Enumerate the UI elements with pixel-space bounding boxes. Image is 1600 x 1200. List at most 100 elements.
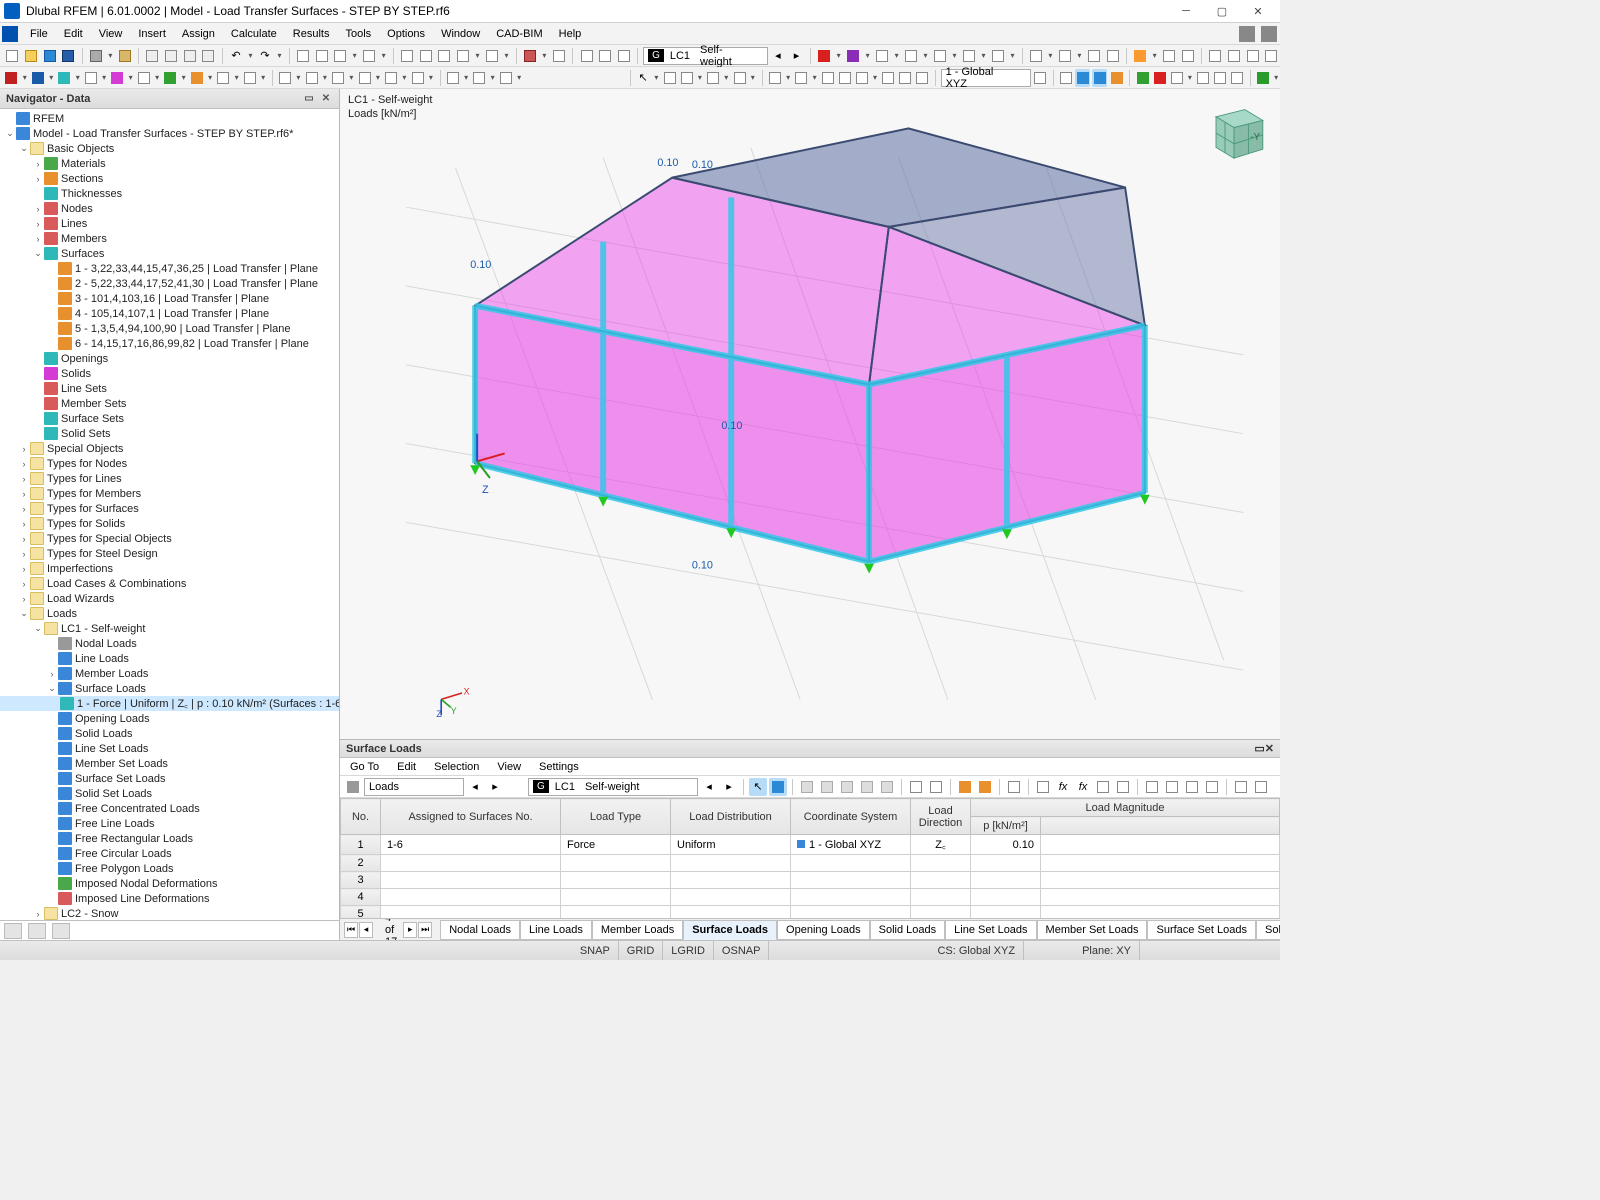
tree-row[interactable]: ⌄Model - Load Transfer Surfaces - STEP B… [0, 126, 339, 141]
panel-tab[interactable]: Line Set Loads [945, 920, 1036, 940]
delete-button[interactable] [181, 47, 198, 65]
calc-button[interactable] [522, 47, 539, 65]
col-mag-rest[interactable] [1041, 817, 1280, 835]
coord-system-selector[interactable]: 1 - Global XYZ [941, 69, 1031, 87]
menu-results[interactable]: Results [285, 25, 338, 43]
tree-row[interactable]: Line Set Loads [0, 741, 339, 756]
tree-row[interactable]: Thicknesses [0, 186, 339, 201]
tab-prev-button[interactable]: ◂ [359, 922, 373, 938]
tree-arrow[interactable]: › [32, 174, 44, 184]
panel-pin-icon[interactable]: ▭ [1254, 742, 1264, 755]
tree-row[interactable]: Member Sets [0, 396, 339, 411]
table-row[interactable]: 11-6ForceUniform1 - Global XYZZ꜀0.10 [341, 835, 1280, 855]
undo-button[interactable]: ↶ [228, 47, 245, 65]
tree-arrow[interactable]: ⌄ [32, 623, 44, 634]
loads-dropdown[interactable]: Loads [364, 778, 464, 796]
menu-help[interactable]: Help [551, 25, 590, 43]
layers-button[interactable] [455, 47, 472, 65]
tree-row[interactable]: Free Concentrated Loads [0, 801, 339, 816]
new-button[interactable] [4, 47, 21, 65]
open-recent-button[interactable] [41, 47, 58, 65]
surface-tool[interactable] [57, 69, 72, 87]
tree-arrow[interactable]: › [32, 234, 44, 244]
menu-calculate[interactable]: Calculate [223, 25, 285, 43]
tree-row[interactable]: Member Set Loads [0, 756, 339, 771]
panel-tab[interactable]: Solid Set Loads [1256, 920, 1280, 940]
tree-row[interactable]: ›Nodes [0, 201, 339, 216]
node-tool[interactable] [4, 69, 19, 87]
tree-arrow[interactable]: › [18, 489, 30, 499]
tree-row[interactable]: ›Lines [0, 216, 339, 231]
panel-tab[interactable]: Line Loads [520, 920, 592, 940]
menu-insert[interactable]: Insert [130, 25, 174, 43]
tree-row[interactable]: ›Sections [0, 171, 339, 186]
tree-row[interactable]: 6 - 14,15,17,16,86,99,82 | Load Transfer… [0, 336, 339, 351]
tree-row[interactable]: Opening Loads [0, 711, 339, 726]
copy-button[interactable] [144, 47, 161, 65]
tree-arrow[interactable]: › [32, 204, 44, 214]
tree-arrow[interactable]: › [18, 594, 30, 604]
model-viewport[interactable]: LC1 - Self-weight Loads [kN/m²] [340, 89, 1280, 740]
grid-toggle-button[interactable] [295, 47, 312, 65]
status-cs[interactable]: CS: Global XYZ [929, 941, 1024, 960]
nav-eye-button[interactable] [28, 923, 46, 939]
tree-arrow[interactable]: › [18, 564, 30, 574]
tree-row[interactable]: ›Types for Lines [0, 471, 339, 486]
tree-row[interactable]: Surface Sets [0, 411, 339, 426]
tree-arrow[interactable]: › [18, 444, 30, 454]
tree-row[interactable]: 5 - 1,3,5,4,94,100,90 | Load Transfer | … [0, 321, 339, 336]
tree-arrow[interactable]: › [18, 459, 30, 469]
tree-row[interactable]: Imposed Nodal Deformations [0, 876, 339, 891]
tree-row[interactable]: Solid Set Loads [0, 786, 339, 801]
tree-row[interactable]: ›Types for Members [0, 486, 339, 501]
tab-first-button[interactable]: ⏮ [344, 922, 358, 938]
load-case-selector[interactable]: G LC1 Self-weight [643, 47, 767, 65]
menu-cadbim[interactable]: CAD-BIM [488, 25, 550, 43]
tree-row[interactable]: Free Line Loads [0, 816, 339, 831]
panel-menu-goto[interactable]: Go To [346, 759, 383, 775]
tree-row[interactable]: ›Types for Special Objects [0, 531, 339, 546]
navigator-pin-icon[interactable]: ▭ [302, 92, 316, 106]
menu-view[interactable]: View [91, 25, 131, 43]
tree-arrow[interactable]: › [18, 534, 30, 544]
tree-row[interactable]: ›Members [0, 231, 339, 246]
restore-view-icon[interactable] [1239, 26, 1255, 42]
menu-window[interactable]: Window [433, 25, 488, 43]
view-cube[interactable]: -Y [1198, 97, 1270, 169]
tree-arrow[interactable]: › [32, 909, 44, 919]
lc-next-button[interactable]: ▸ [788, 47, 805, 65]
menu-assign[interactable]: Assign [174, 25, 223, 43]
panel-tab[interactable]: Nodal Loads [440, 920, 520, 940]
tree-row[interactable]: Solids [0, 366, 339, 381]
tree-row[interactable]: Free Rectangular Loads [0, 831, 339, 846]
col-assigned[interactable]: Assigned to Surfaces No. [381, 799, 561, 835]
panel-menu-selection[interactable]: Selection [430, 759, 483, 775]
tree-row[interactable]: ›Special Objects [0, 441, 339, 456]
col-dir[interactable]: Load Direction [911, 799, 971, 835]
tree-row[interactable]: ⌄LC1 - Self-weight [0, 621, 339, 636]
tree-arrow[interactable]: › [46, 669, 58, 679]
panel-table[interactable]: No. Assigned to Surfaces No. Load Type L… [340, 798, 1280, 918]
osnap-toggle[interactable]: OSNAP [714, 941, 770, 960]
find-button[interactable] [200, 47, 217, 65]
panel-tab[interactable]: Surface Set Loads [1147, 920, 1256, 940]
panel-tab[interactable]: Member Set Loads [1037, 920, 1148, 940]
close-button[interactable]: ✕ [1240, 0, 1276, 23]
tab-next-button[interactable]: ▸ [403, 922, 417, 938]
tree-arrow[interactable]: ⌄ [18, 143, 30, 154]
tree-row[interactable]: ›Types for Steel Design [0, 546, 339, 561]
nav-filter-button[interactable] [4, 923, 22, 939]
panel-tab[interactable]: Solid Loads [870, 920, 946, 940]
menu-edit[interactable]: Edit [56, 25, 91, 43]
tree-row[interactable]: RFEM [0, 111, 339, 126]
grid-toggle[interactable]: GRID [619, 941, 664, 960]
zoom-window-button[interactable] [361, 47, 378, 65]
save-button[interactable] [60, 47, 77, 65]
print-button[interactable] [88, 47, 105, 65]
tree-row[interactable]: ⌄Surface Loads [0, 681, 339, 696]
zoom-fit-button[interactable] [332, 47, 349, 65]
col-cs[interactable]: Coordinate System [791, 799, 911, 835]
help-button[interactable] [1255, 69, 1270, 87]
print-dropdown-icon[interactable]: ▾ [106, 47, 114, 65]
rotate-button[interactable] [417, 47, 434, 65]
